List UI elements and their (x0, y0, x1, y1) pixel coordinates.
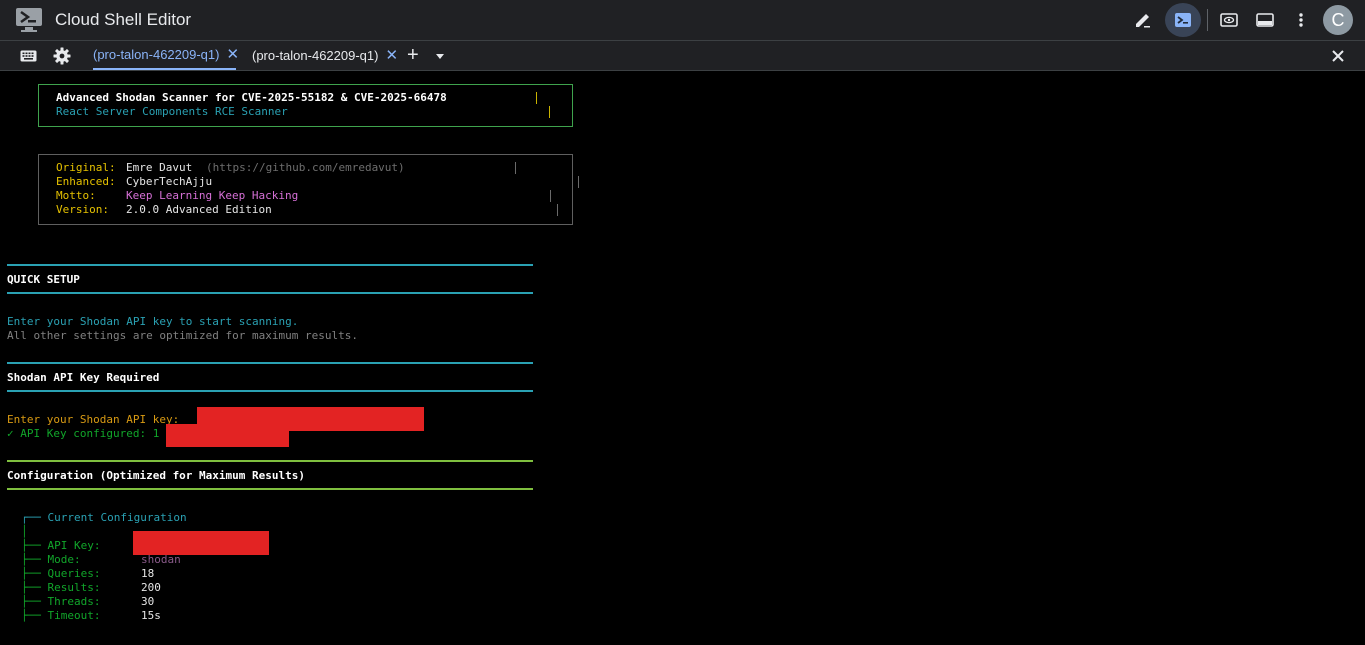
motto-label: Motto: (56, 189, 96, 202)
more-vertical-icon[interactable] (1287, 7, 1315, 33)
banner-subtitle: React Server Components RCE Scanner (56, 105, 288, 118)
web-preview-icon[interactable] (1215, 7, 1243, 33)
quick-setup-line2: All other settings are optimized for max… (7, 329, 358, 342)
terminal-output[interactable]: Advanced Shodan Scanner for CVE-2025-551… (0, 71, 1365, 645)
version-label: Version: (56, 203, 109, 216)
tab-label: (pro-talon-462209-q1) (252, 48, 379, 63)
close-panel-button[interactable] (1328, 46, 1348, 66)
section-divider (7, 362, 533, 364)
original-label: Original: (56, 161, 116, 174)
config-label-threads: ├── Threads: (21, 595, 101, 608)
avatar[interactable]: C (1323, 5, 1353, 35)
config-value-threads: 30 (141, 595, 155, 608)
config-value-queries: 18 (141, 567, 155, 580)
section-divider (7, 292, 533, 294)
section-divider (7, 264, 533, 266)
pencil-icon[interactable] (1129, 7, 1157, 33)
add-tab-button[interactable]: + (407, 44, 419, 67)
config-label-mode: ├── Mode: (21, 553, 81, 566)
close-icon[interactable]: ✕ (385, 48, 398, 63)
tab-terminal-2[interactable]: (pro-talon-462209-q1) ✕ (252, 41, 398, 70)
enhanced-label: Enhanced: (56, 175, 116, 188)
gear-icon[interactable] (52, 46, 72, 66)
version-value: 2.0.0 Advanced Edition (126, 203, 272, 216)
original-value: Emre Davut (126, 161, 193, 174)
config-value-results: 200 (141, 581, 161, 594)
banner-title: Advanced Shodan Scanner for CVE-2025-551… (56, 91, 447, 104)
redaction-block (166, 424, 289, 447)
config-label-results: ├── Results: (21, 581, 101, 594)
app-title: Cloud Shell Editor (55, 10, 192, 29)
motto-value: Keep Learning Keep Hacking (126, 189, 299, 202)
banner-border-glyph (549, 106, 550, 118)
api-key-heading: Shodan API Key Required (7, 371, 160, 384)
configuration-heading: Configuration (Optimized for Maximum Res… (7, 469, 306, 482)
terminal-button[interactable] (1165, 3, 1201, 37)
config-value-mode: shodan (141, 553, 181, 566)
config-tree-pipe: │ (21, 525, 28, 538)
config-value-timeout: 15s (141, 609, 161, 622)
tab-bar: (pro-talon-462209-q1) ✕ (pro-talon-46220… (0, 41, 1365, 71)
section-divider (7, 390, 533, 392)
quick-setup-line1: Enter your Shodan API key to start scann… (7, 315, 299, 328)
keyboard-icon[interactable] (18, 46, 38, 66)
close-icon (1332, 50, 1344, 62)
api-key-prompt: Enter your Shodan API key: (7, 413, 180, 426)
quick-setup-heading: QUICK SETUP (7, 273, 80, 286)
enhanced-value: CyberTechAjju (126, 175, 213, 188)
config-label-api-key: ├── API Key: (21, 539, 101, 552)
terminal-icon (1175, 13, 1191, 27)
tab-label: (pro-talon-462209-q1) (93, 47, 220, 62)
config-tree-title: ┌── Current Configuration (21, 511, 187, 524)
cloud-shell-logo-icon (15, 7, 43, 33)
top-divider (1207, 9, 1208, 31)
info-border-glyph (557, 204, 558, 216)
section-divider (7, 488, 533, 490)
close-icon[interactable]: ✕ (226, 47, 239, 62)
chevron-down-icon[interactable] (434, 49, 446, 61)
top-bar: Cloud Shell Editor C (0, 0, 1365, 41)
api-key-configured: ✓ API Key configured: 1 (7, 427, 160, 440)
config-label-queries: ├── Queries: (21, 567, 101, 580)
original-url: (https://github.com/emredavut) (206, 161, 405, 174)
info-border-glyph (550, 190, 551, 202)
banner-border-glyph (536, 92, 537, 104)
info-border-glyph (578, 176, 579, 188)
section-divider (7, 460, 533, 462)
info-border-glyph (515, 162, 516, 174)
redaction-block (133, 531, 269, 555)
config-label-timeout: ├── Timeout: (21, 609, 101, 622)
tab-terminal-1[interactable]: (pro-talon-462209-q1) ✕ (93, 41, 239, 70)
layout-icon[interactable] (1251, 7, 1279, 33)
